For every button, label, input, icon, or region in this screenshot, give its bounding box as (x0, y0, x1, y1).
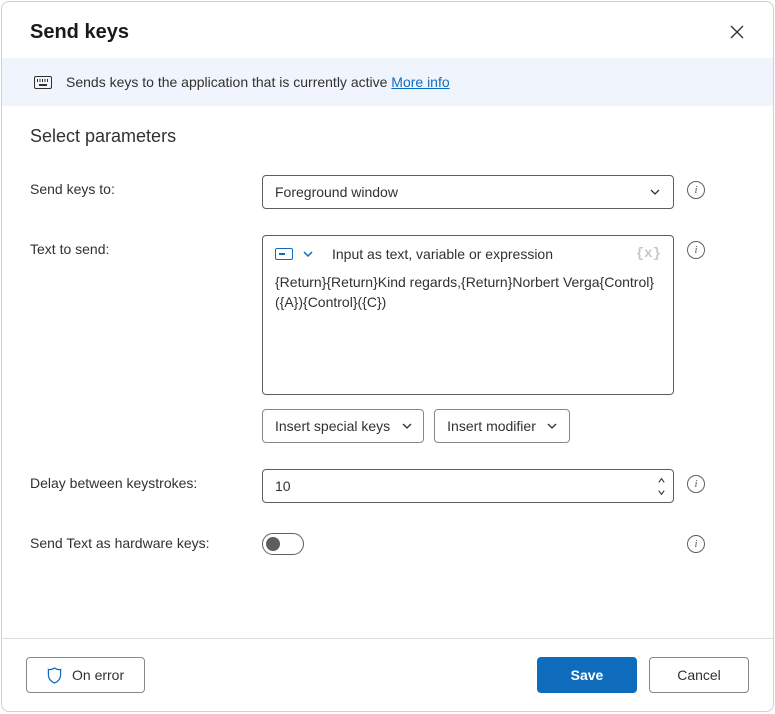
help-icon-send-keys-to[interactable]: i (687, 181, 705, 199)
section-title: Select parameters (30, 126, 745, 147)
text-input-value: {Return}{Return}Kind regards,{Return}Nor… (275, 272, 661, 313)
row-hardware-keys: Send Text as hardware keys: i (30, 529, 745, 555)
spin-up-button[interactable] (653, 474, 669, 486)
row-send-keys-to: Send keys to: Foreground window i (30, 175, 745, 209)
label-text-to-send: Text to send: (30, 235, 262, 257)
dialog-footer: On error Save Cancel (2, 638, 773, 711)
row-text-to-send: Text to send: Input as text, variable or… (30, 235, 745, 443)
shield-icon (47, 667, 62, 684)
save-button[interactable]: Save (537, 657, 637, 693)
dialog-header: Send keys (2, 2, 773, 58)
toggle-knob (266, 537, 280, 551)
label-delay: Delay between keystrokes: (30, 469, 262, 491)
help-icon-text-to-send[interactable]: i (687, 241, 705, 259)
chevron-down-icon (648, 186, 661, 199)
text-input-placeholder: Input as text, variable or expression (332, 246, 553, 262)
on-error-label: On error (72, 667, 124, 683)
insert-modifier-button[interactable]: Insert modifier (434, 409, 570, 443)
cancel-button[interactable]: Cancel (649, 657, 749, 693)
select-send-keys-to[interactable]: Foreground window (262, 175, 674, 209)
text-format-icon[interactable] (275, 248, 293, 260)
chevron-down-icon (400, 420, 413, 433)
more-info-link[interactable]: More info (391, 74, 449, 90)
spin-down-button[interactable] (653, 486, 669, 498)
info-banner-text: Sends keys to the application that is cu… (66, 74, 450, 90)
keyboard-icon (34, 76, 52, 89)
select-value: Foreground window (275, 184, 398, 200)
delay-value: 10 (275, 478, 291, 494)
save-label: Save (571, 667, 604, 683)
send-keys-dialog: Send keys Sends keys to the application … (1, 1, 774, 712)
text-input-header: Input as text, variable or expression {x… (275, 246, 661, 262)
insert-special-label: Insert special keys (275, 418, 390, 434)
on-error-button[interactable]: On error (26, 657, 145, 693)
insert-buttons-row: Insert special keys Insert modifier (262, 409, 674, 443)
chevron-down-icon[interactable] (301, 248, 314, 261)
help-icon-delay[interactable]: i (687, 475, 705, 493)
variable-icon[interactable]: {x} (636, 246, 661, 262)
info-banner: Sends keys to the application that is cu… (2, 58, 773, 106)
chevron-down-icon (546, 420, 559, 433)
insert-modifier-label: Insert modifier (447, 418, 536, 434)
spinner (653, 470, 669, 502)
label-send-keys-to: Send keys to: (30, 175, 262, 197)
cancel-label: Cancel (677, 667, 721, 683)
insert-special-keys-button[interactable]: Insert special keys (262, 409, 424, 443)
dialog-content: Select parameters Send keys to: Foregrou… (2, 106, 773, 638)
help-icon-hardware[interactable]: i (687, 535, 705, 553)
hardware-keys-toggle[interactable] (262, 533, 304, 555)
close-button[interactable] (725, 20, 749, 44)
banner-text: Sends keys to the application that is cu… (66, 74, 391, 90)
row-delay: Delay between keystrokes: 10 i (30, 469, 745, 503)
delay-input[interactable]: 10 (262, 469, 674, 503)
text-to-send-input[interactable]: Input as text, variable or expression {x… (262, 235, 674, 395)
dialog-title: Send keys (30, 21, 129, 44)
label-hardware-keys: Send Text as hardware keys: (30, 529, 262, 551)
